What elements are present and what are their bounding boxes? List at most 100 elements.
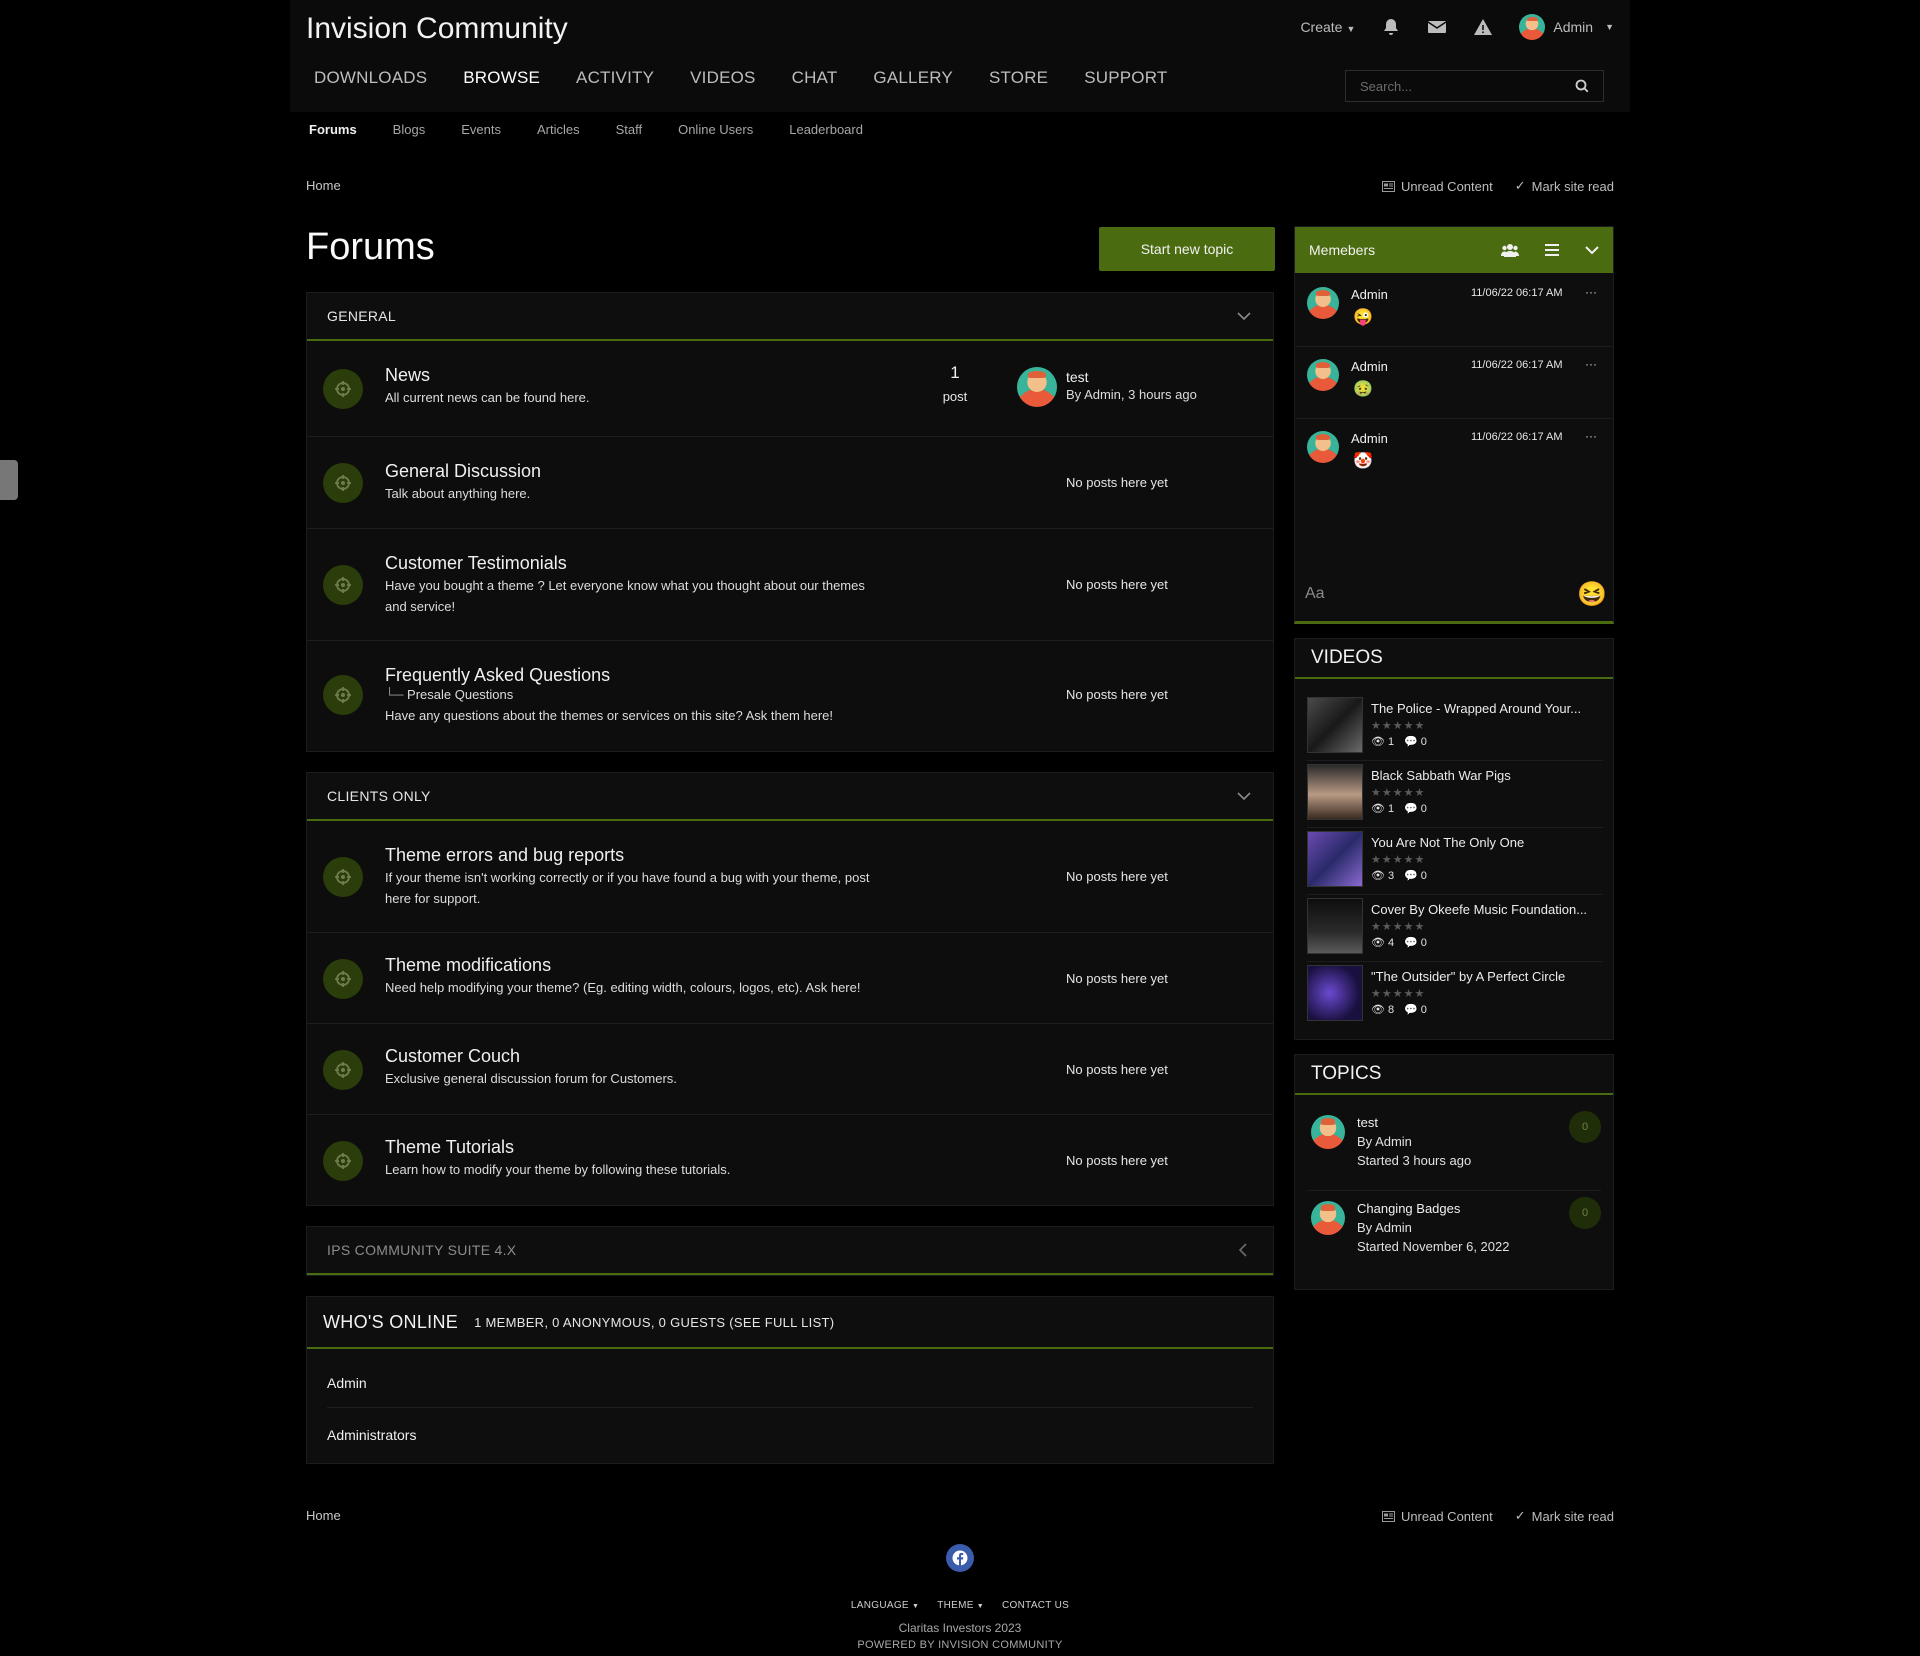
- video-thumbnail[interactable]: [1307, 831, 1363, 887]
- chevron-down-icon[interactable]: [1235, 787, 1253, 805]
- video-title[interactable]: You Are Not The Only One: [1371, 835, 1524, 850]
- forum-title[interactable]: Theme modifications: [385, 955, 551, 976]
- powered-by-link[interactable]: POWERED BY INVISION COMMUNITY: [0, 1639, 1920, 1651]
- avatar[interactable]: [1311, 1115, 1345, 1149]
- chat-message[interactable]: Admin 11/06/22 06:17 AM ··· 🤡: [1295, 419, 1613, 491]
- forum-row-theme-modifications[interactable]: Theme modifications Need help modifying …: [307, 933, 1273, 1024]
- forum-row-faq[interactable]: Frequently Asked Questions └─ Presale Qu…: [307, 641, 1273, 751]
- nav-videos[interactable]: VIDEOS: [672, 68, 773, 88]
- video-title[interactable]: "The Outsider" by A Perfect Circle: [1371, 969, 1565, 984]
- users-icon[interactable]: [1501, 243, 1519, 257]
- video-title[interactable]: Cover By Okeefe Music Foundation...: [1371, 902, 1587, 917]
- chevron-left-icon[interactable]: [1235, 1241, 1253, 1259]
- video-item[interactable]: "The Outsider" by A Perfect Circle ★★★★★…: [1307, 963, 1603, 1029]
- forum-row-theme-tutorials[interactable]: Theme Tutorials Learn how to modify your…: [307, 1115, 1273, 1205]
- topic-item[interactable]: test By Admin Started 3 hours ago 0: [1307, 1107, 1601, 1191]
- subnav-online-users[interactable]: Online Users: [678, 122, 753, 137]
- chevron-down-icon[interactable]: [1585, 245, 1599, 255]
- category-header[interactable]: CLIENTS ONLY: [307, 773, 1273, 821]
- chat-username[interactable]: Admin: [1351, 431, 1388, 446]
- nav-browse[interactable]: BROWSE: [445, 68, 558, 88]
- nav-support[interactable]: SUPPORT: [1066, 68, 1185, 88]
- theme-menu[interactable]: THEME ▼: [937, 1600, 984, 1611]
- bell-icon[interactable]: [1381, 17, 1401, 37]
- video-item[interactable]: The Police - Wrapped Around Your... ★★★★…: [1307, 695, 1603, 761]
- more-options-icon[interactable]: ···: [1585, 285, 1597, 299]
- forum-row-customer-couch[interactable]: Customer Couch Exclusive general discuss…: [307, 1024, 1273, 1115]
- contact-us-link[interactable]: CONTACT US: [1002, 1600, 1069, 1611]
- emoji-picker-button[interactable]: 😆: [1577, 581, 1607, 609]
- video-item[interactable]: You Are Not The Only One ★★★★★ 👁 3 💬 0: [1307, 829, 1603, 895]
- subnav-articles[interactable]: Articles: [537, 122, 580, 137]
- chevron-down-icon[interactable]: [1235, 307, 1253, 325]
- video-item[interactable]: Black Sabbath War Pigs ★★★★★ 👁 1 💬 0: [1307, 762, 1603, 828]
- envelope-icon[interactable]: [1427, 17, 1447, 37]
- start-new-topic-button[interactable]: Start new topic: [1099, 227, 1275, 271]
- language-menu[interactable]: LANGUAGE ▼: [851, 1600, 919, 1611]
- create-menu[interactable]: Create ▼: [1300, 19, 1355, 35]
- subnav-leaderboard[interactable]: Leaderboard: [789, 122, 863, 137]
- video-thumbnail[interactable]: [1307, 965, 1363, 1021]
- chat-username[interactable]: Admin: [1351, 287, 1388, 302]
- unread-content-link[interactable]: Unread Content: [1381, 179, 1493, 194]
- video-thumbnail[interactable]: [1307, 898, 1363, 954]
- chat-message[interactable]: Admin 11/06/22 06:17 AM ··· 🤢: [1295, 347, 1613, 419]
- topic-item[interactable]: Changing Badges By Admin Started Novembe…: [1307, 1193, 1601, 1277]
- video-title[interactable]: The Police - Wrapped Around Your...: [1371, 701, 1581, 716]
- unread-content-link[interactable]: Unread Content: [1381, 1509, 1493, 1524]
- subnav-events[interactable]: Events: [461, 122, 501, 137]
- subnav-forums[interactable]: Forums: [309, 122, 357, 137]
- nav-downloads[interactable]: DOWNLOADS: [296, 68, 445, 88]
- forum-title[interactable]: Frequently Asked Questions: [385, 665, 610, 686]
- subnav-blogs[interactable]: Blogs: [393, 122, 426, 137]
- site-title[interactable]: Invision Community: [306, 12, 568, 46]
- avatar[interactable]: [1307, 359, 1339, 391]
- nav-gallery[interactable]: GALLERY: [855, 68, 971, 88]
- search-icon[interactable]: [1575, 79, 1589, 93]
- video-title[interactable]: Black Sabbath War Pigs: [1371, 768, 1511, 783]
- more-options-icon[interactable]: ···: [1585, 357, 1597, 371]
- list-icon[interactable]: [1545, 244, 1559, 256]
- topic-title[interactable]: Changing Badges: [1357, 1201, 1460, 1216]
- breadcrumb[interactable]: Home: [306, 178, 341, 193]
- video-thumbnail[interactable]: [1307, 697, 1363, 753]
- video-thumbnail[interactable]: [1307, 764, 1363, 820]
- topic-title[interactable]: test: [1357, 1115, 1378, 1130]
- forum-title[interactable]: General Discussion: [385, 461, 541, 482]
- nav-chat[interactable]: CHAT: [774, 68, 856, 88]
- facebook-icon[interactable]: [946, 1544, 974, 1572]
- avatar[interactable]: [1017, 367, 1057, 407]
- forum-title[interactable]: Theme Tutorials: [385, 1137, 514, 1158]
- category-header[interactable]: GENERAL: [307, 293, 1273, 341]
- subforum-link[interactable]: └─ Presale Questions: [385, 687, 513, 702]
- chat-input[interactable]: Aa: [1305, 585, 1325, 603]
- avatar[interactable]: [1307, 287, 1339, 319]
- avatar[interactable]: [1311, 1201, 1345, 1235]
- subnav-staff[interactable]: Staff: [616, 122, 643, 137]
- nav-store[interactable]: STORE: [971, 68, 1066, 88]
- nav-activity[interactable]: ACTIVITY: [558, 68, 672, 88]
- mark-site-read-link[interactable]: ✓ Mark site read: [1515, 178, 1614, 194]
- forum-row-news[interactable]: News All current news can be found here.…: [307, 341, 1273, 437]
- forum-title[interactable]: Customer Couch: [385, 1046, 520, 1067]
- avatar[interactable]: [1307, 431, 1339, 463]
- forum-row-customer-testimonials[interactable]: Customer Testimonials Have you bought a …: [307, 529, 1273, 641]
- forum-row-general-discussion[interactable]: General Discussion Talk about anything h…: [307, 437, 1273, 529]
- chat-username[interactable]: Admin: [1351, 359, 1388, 374]
- whos-online-summary[interactable]: 1 MEMBER, 0 ANONYMOUS, 0 GUESTS (SEE FUL…: [474, 1315, 834, 1330]
- user-menu[interactable]: Admin ▼: [1519, 14, 1614, 40]
- footer-breadcrumb[interactable]: Home: [306, 1508, 341, 1523]
- chat-message[interactable]: Admin 11/06/22 06:17 AM ··· 😜: [1295, 275, 1613, 347]
- more-options-icon[interactable]: ···: [1585, 429, 1597, 443]
- forum-title[interactable]: News: [385, 365, 430, 386]
- side-panel-handle[interactable]: [0, 460, 18, 500]
- forum-title[interactable]: Theme errors and bug reports: [385, 845, 624, 866]
- last-post-title[interactable]: test: [1066, 369, 1089, 385]
- mark-site-read-link[interactable]: ✓ Mark site read: [1515, 1508, 1614, 1524]
- video-item[interactable]: Cover By Okeefe Music Foundation... ★★★★…: [1307, 896, 1603, 962]
- search-input[interactable]: Search...: [1345, 70, 1604, 102]
- forum-row-theme-errors[interactable]: Theme errors and bug reports If your the…: [307, 821, 1273, 933]
- forum-title[interactable]: Customer Testimonials: [385, 553, 567, 574]
- category-header[interactable]: IPS COMMUNITY SUITE 4.X: [307, 1227, 1273, 1275]
- warning-icon[interactable]: [1473, 17, 1493, 37]
